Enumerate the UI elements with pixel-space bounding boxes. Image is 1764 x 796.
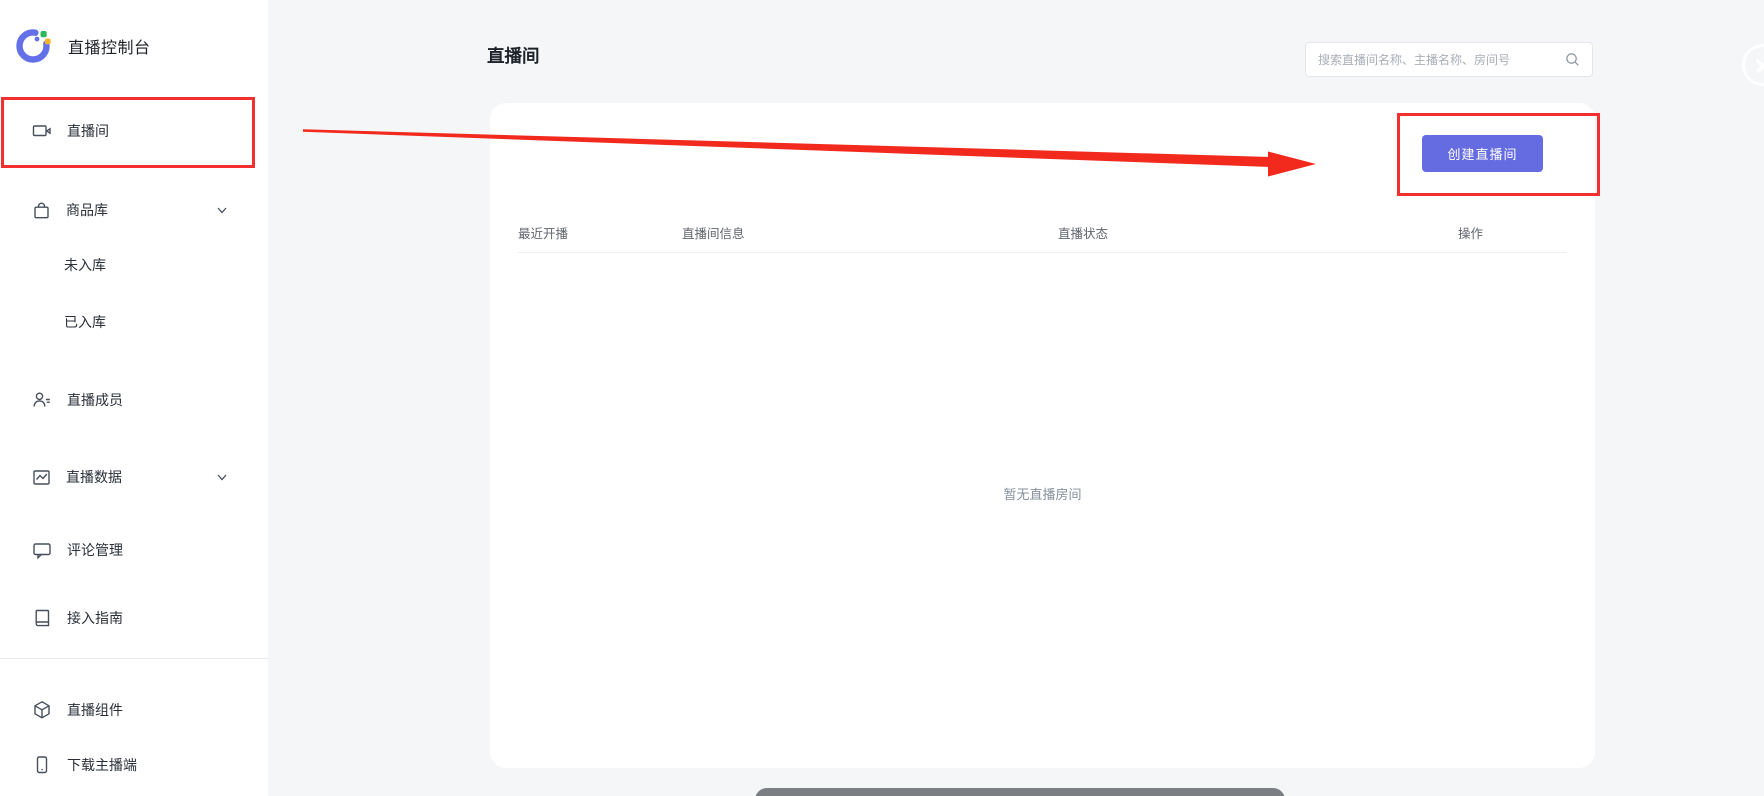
sidebar-item-live-members[interactable]: 直播成员 xyxy=(0,380,268,420)
sidebar-item-download-anchor-client[interactable]: 下载主播端 xyxy=(0,745,268,785)
close-floating-button[interactable] xyxy=(1742,44,1764,86)
create-live-room-button[interactable]: 创建直播间 xyxy=(1422,135,1543,172)
guide-icon xyxy=(32,608,52,628)
cube-icon xyxy=(32,700,52,720)
chevron-down-icon xyxy=(216,471,228,483)
bag-icon xyxy=(32,201,51,220)
live-room-card: 创建直播间 最近开播 直播间信息 直播状态 操作 暂无直播房间 xyxy=(490,103,1595,768)
toast-peek xyxy=(755,788,1285,796)
table-header-room-info: 直播间信息 xyxy=(682,223,1058,242)
table-header-actions: 操作 xyxy=(1458,223,1483,242)
sidebar-item-label: 直播间 xyxy=(67,121,109,141)
sidebar-item-live-components[interactable]: 直播组件 xyxy=(0,690,268,730)
search-box xyxy=(1305,42,1593,77)
search-icon[interactable] xyxy=(1565,52,1580,67)
sidebar-item-product-library[interactable]: 商品库 xyxy=(0,190,268,230)
sidebar-item-live-room[interactable]: 直播间 xyxy=(0,111,268,151)
sidebar-item-comment-management[interactable]: 评论管理 xyxy=(0,530,268,570)
sidebar-item-not-in-stock[interactable]: 未入库 xyxy=(0,245,268,285)
sidebar-item-label: 直播数据 xyxy=(66,467,122,487)
table-header-recent-start: 最近开播 xyxy=(518,223,682,242)
table-header-row: 最近开播 直播间信息 直播状态 操作 xyxy=(490,210,1595,255)
sidebar-item-in-stock[interactable]: 已入库 xyxy=(0,302,268,342)
sidebar-item-label: 下载主播端 xyxy=(67,755,137,775)
comment-icon xyxy=(32,540,52,560)
sidebar-item-access-guide[interactable]: 接入指南 xyxy=(0,598,268,638)
sidebar-item-label: 直播成员 xyxy=(67,390,123,410)
sidebar-item-label: 接入指南 xyxy=(67,608,123,628)
sidebar-divider xyxy=(0,658,268,659)
brand: 直播控制台 xyxy=(13,26,151,66)
page-title: 直播间 xyxy=(487,43,540,68)
sidebar-item-label: 评论管理 xyxy=(67,540,123,560)
sidebar-item-label: 商品库 xyxy=(66,200,108,220)
phone-icon xyxy=(32,755,52,775)
chart-icon xyxy=(32,468,51,487)
empty-state: 暂无直播房间 xyxy=(490,253,1595,733)
app-title: 直播控制台 xyxy=(68,34,151,58)
app-logo-icon xyxy=(13,26,53,66)
member-icon xyxy=(32,390,52,410)
chevron-down-icon xyxy=(216,204,228,216)
search-input[interactable] xyxy=(1318,53,1565,67)
sidebar-item-label: 已入库 xyxy=(64,312,106,332)
sidebar-item-live-data[interactable]: 直播数据 xyxy=(0,457,268,497)
camera-icon xyxy=(32,121,52,141)
sidebar: 直播控制台 直播间 商品库 未入库 已入库 直播成员 xyxy=(0,0,268,796)
sidebar-item-label: 未入库 xyxy=(64,255,106,275)
sidebar-item-label: 直播组件 xyxy=(67,700,123,720)
empty-state-text: 暂无直播房间 xyxy=(1003,484,1081,503)
table-header-live-status: 直播状态 xyxy=(1058,223,1458,242)
